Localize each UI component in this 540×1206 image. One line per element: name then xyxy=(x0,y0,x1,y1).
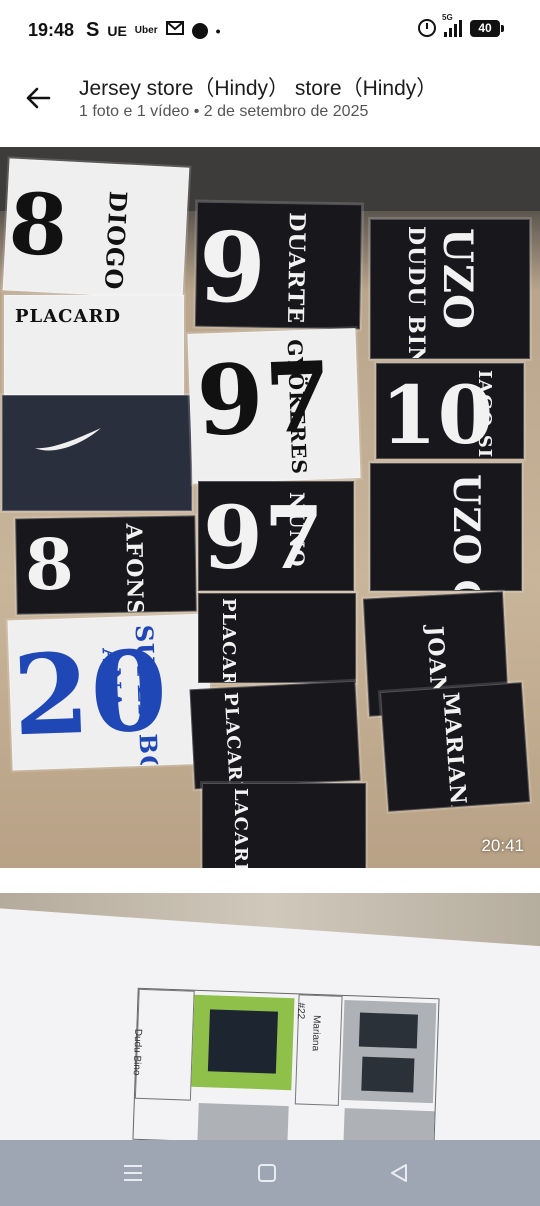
jersey-name: AFONSO xyxy=(120,523,149,615)
sheet-label: Dudu Bino xyxy=(130,1028,144,1076)
s-app-icon: S xyxy=(86,19,100,41)
jersey-afonso: 8 AFONSO xyxy=(15,515,197,615)
media-video-thumbnail[interactable]: 8 DIOGO PLACARD 8 AFONSO 20 SUPER BOCK A… xyxy=(0,147,540,868)
gmail-icon xyxy=(165,21,184,40)
back-icon xyxy=(391,1164,407,1182)
jersey-nuno: 97 NUNO xyxy=(198,481,354,591)
system-nav-bar xyxy=(0,1140,540,1206)
jersey-sponsor: PLACARD xyxy=(218,598,239,683)
jersey-name: DUARTE xyxy=(281,212,310,325)
jersey-mariana: MARIANA xyxy=(379,682,531,812)
jersey-photo xyxy=(340,999,437,1104)
uber-app-icon: Uber xyxy=(134,25,158,36)
jersey-shape xyxy=(358,1012,418,1049)
jersey-lacard: LACARD xyxy=(202,783,366,868)
jersey-sponsor: LACARD xyxy=(230,788,251,868)
jersey-dudu-bino: UZO DUDU BINO xyxy=(370,219,530,359)
jersey-number: 9 xyxy=(197,210,268,325)
jersey-name: ANA xyxy=(96,647,128,711)
jersey-blue-nike xyxy=(2,395,192,511)
jersey-name: IAGO SILVA xyxy=(474,370,495,459)
jersey-sponsor: PLACARD xyxy=(219,691,247,790)
jersey-photo xyxy=(343,1108,435,1140)
jersey-name: GYÖKERES xyxy=(282,338,312,476)
status-bar: 19:48 S UE Uber • 5G 40 xyxy=(0,0,540,62)
battery-icon: 40 xyxy=(470,19,500,37)
jersey-iago-silva: 10 IAGO SILVA xyxy=(376,363,524,459)
jersey-gyokeres: 97 GYÖKERES xyxy=(187,328,361,484)
arrow-left-icon xyxy=(26,87,51,109)
table-cell xyxy=(134,988,195,1101)
sheet-label: Mariana xyxy=(309,1014,322,1052)
app-header: Jersey store（Hindy） store（Hindy） 1 foto … xyxy=(0,62,540,136)
nav-back-button[interactable] xyxy=(384,1158,414,1188)
burger-king-icon xyxy=(191,22,208,39)
signal-icon: 5G xyxy=(442,13,462,37)
jersey-shape xyxy=(207,1009,278,1074)
home-button[interactable] xyxy=(252,1158,282,1188)
jersey-number: 8 xyxy=(6,173,72,276)
album-subtitle: 1 foto e 1 vídeo • 2 de setembro de 2025 xyxy=(79,103,369,120)
jersey-shape xyxy=(361,1056,415,1093)
battery-level: 40 xyxy=(478,21,492,35)
album-title: Jersey store（Hindy） store（Hindy） xyxy=(79,77,438,100)
video-duration: 20:41 xyxy=(481,836,524,855)
more-notifications-dot: • xyxy=(215,22,221,39)
jersey-sponsor: UZO CAMPOS xyxy=(445,474,487,590)
media-photo-thumbnail[interactable]: Dudu Bino #22 Mariana xyxy=(0,893,540,1140)
jersey-number: 97 xyxy=(194,339,335,458)
jersey-name: MARIANA xyxy=(437,691,473,812)
jersey-ana: 20 SUPER BOCK ANA xyxy=(7,613,213,771)
jersey-photo xyxy=(197,1102,289,1140)
jersey-sponsor: PLACARD xyxy=(15,306,122,327)
recent-apps-button[interactable] xyxy=(118,1158,148,1188)
home-icon xyxy=(258,1164,276,1182)
network-type: 5G xyxy=(442,13,453,22)
jersey-photo xyxy=(191,994,295,1091)
jersey-placard-2: PLACARD xyxy=(189,680,361,790)
sheet-label: #22 xyxy=(294,1002,307,1020)
back-button[interactable] xyxy=(20,80,56,116)
jersey-placard-1: PLACARD xyxy=(198,593,356,683)
battery-tip xyxy=(501,24,504,32)
jersey-name: NUNO xyxy=(285,492,309,568)
status-time: 19:48 xyxy=(28,20,75,40)
recent-apps-icon xyxy=(124,1165,142,1181)
alarm-icon xyxy=(418,19,436,37)
jersey-sponsor: UZO xyxy=(434,228,481,330)
jersey-diogo: 8 DIOGO xyxy=(2,158,190,300)
jersey-placard-white: PLACARD xyxy=(4,295,184,395)
printed-table: Dudu Bino #22 Mariana xyxy=(130,987,440,1140)
ue-app-icon: UE xyxy=(107,22,127,39)
jersey-number: 8 xyxy=(24,522,76,607)
jersey-name: DIOGO xyxy=(98,190,133,292)
jersey-duarte: 9 DUARTE xyxy=(194,201,363,330)
system-icons: 5G 40 xyxy=(418,13,504,37)
jersey-name: DUDU BINO xyxy=(403,226,429,359)
notification-icons: S UE Uber • xyxy=(86,19,221,42)
swoosh-icon xyxy=(35,428,101,451)
jersey-campos: UZO CAMPOS xyxy=(370,463,522,591)
